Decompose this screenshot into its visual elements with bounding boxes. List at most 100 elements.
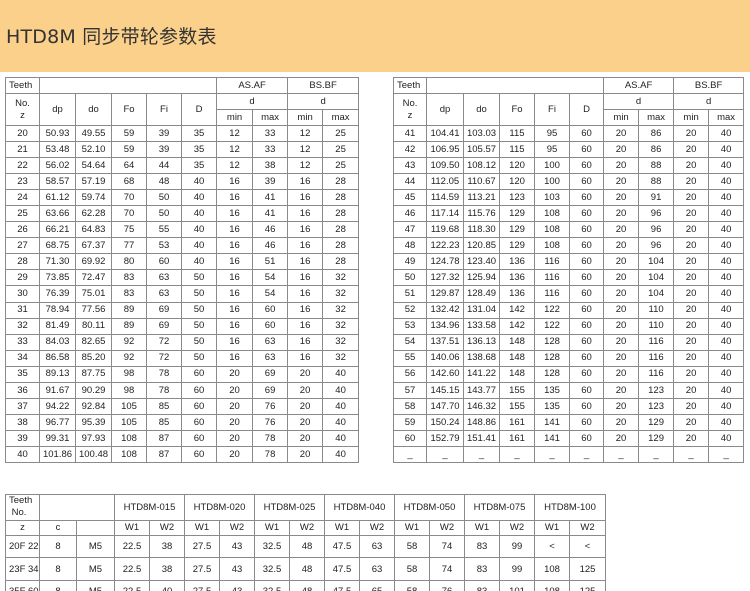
blank-header (39, 494, 115, 521)
table-cell: 80.11 (75, 317, 112, 335)
table-cell: 38 (252, 157, 289, 175)
table-row: 22 56.02 54.64 64 44 35 12 38 12 25 (5, 157, 360, 175)
table-cell: 16 (216, 173, 254, 191)
table-cell: 101 (499, 580, 535, 591)
table-cell: 16 (216, 317, 254, 335)
table-cell: 56.02 (39, 157, 76, 175)
table-cell: 16 (216, 285, 254, 303)
table-cell: 110 (638, 301, 675, 319)
table-cell: 108 (111, 445, 147, 464)
table-cell: 60 (568, 173, 605, 191)
table-cell: 63 (146, 285, 182, 303)
fo-header: Fo (111, 93, 147, 126)
table-cell: 115 (499, 141, 535, 159)
bs-d-header: d (287, 93, 360, 110)
table-cell: 90.29 (75, 381, 112, 399)
table-cell: 58 (394, 580, 430, 591)
table-cell: 95.39 (75, 413, 112, 431)
table-cell: 28 (5, 253, 40, 271)
table-cell: 8 (39, 580, 77, 591)
table-cell: _ (638, 445, 675, 464)
table-cell: 63 (359, 557, 395, 582)
table-cell: 69 (252, 365, 289, 383)
table-cell: 40 (180, 173, 218, 191)
table-cell: 87 (146, 445, 182, 464)
table-cell: 104 (638, 285, 675, 303)
as-af-header: AS.AF (216, 77, 289, 94)
table-cell: 20 (673, 269, 710, 287)
table-cell: 104.41 (426, 124, 464, 143)
table-cell: 21 (5, 141, 40, 159)
table-cell: 40 (708, 157, 745, 175)
table-cell: 20 (603, 333, 640, 351)
table-cell: 78 (146, 365, 182, 383)
table-cell: 50 (180, 269, 218, 287)
table-cell: 39 (146, 124, 182, 143)
table-cell: 20 (673, 301, 710, 319)
table-cell: 142.60 (426, 365, 464, 383)
table-cell: 16 (287, 189, 324, 207)
table-cell: 45 (393, 189, 427, 207)
table-row: 24 61.12 59.74 70 50 40 16 41 16 28 (5, 189, 360, 207)
table-cell: 128 (534, 349, 570, 367)
table-cell: 51 (252, 253, 289, 271)
table-cell: 84.03 (39, 333, 76, 351)
table-cell: 129 (499, 237, 535, 255)
table-cell: 36 (5, 381, 40, 399)
table-cell: 68.75 (39, 237, 76, 255)
table-cell: 100 (534, 173, 570, 191)
table-cell: 20 (603, 173, 640, 191)
table-cell: 60 (568, 381, 605, 399)
table-cell: 20 (673, 221, 710, 239)
z-header: z (5, 519, 40, 536)
table-cell: 85 (146, 413, 182, 431)
table-cell: 123.40 (463, 253, 500, 271)
table-cell: 16 (216, 237, 254, 255)
table-cell: 60 (568, 285, 605, 303)
table-cell: 117.14 (426, 205, 464, 223)
table-cell: 49.55 (75, 124, 112, 143)
table-cell: 22.5 (114, 534, 150, 559)
table-row: 53 134.96 133.58 142 122 60 20 110 20 40 (393, 317, 745, 335)
table-cell: 40 (708, 333, 745, 351)
table-cell: _ (393, 445, 427, 464)
table-cell: 20 (673, 141, 710, 159)
table-cell: 20 (673, 124, 710, 143)
table-cell: 22 (5, 157, 40, 175)
table-cell: 32.5 (254, 580, 290, 591)
table-cell: 76 (252, 413, 289, 431)
table-cell: 60 (568, 253, 605, 271)
table-cell: 46 (252, 237, 289, 255)
as-min-header: min (216, 109, 254, 126)
table-cell: 20 (673, 381, 710, 399)
table-row: 47 119.68 118.30 129 108 60 20 96 20 40 (393, 221, 745, 239)
table-cell: 148 (499, 349, 535, 367)
table-cell: 67.37 (75, 237, 112, 255)
table-cell: 95 (534, 124, 570, 143)
table-cell: 20 (216, 445, 254, 464)
table-cell: 16 (216, 333, 254, 351)
table-cell: 50.93 (39, 124, 76, 143)
table-row: 52 132.42 131.04 142 122 60 20 110 20 40 (393, 301, 745, 319)
table-cell: 105 (111, 413, 147, 431)
model-header-050: HTD8M-050 (394, 494, 465, 521)
table-cell: 116 (638, 349, 675, 367)
table-cell: 12 (287, 141, 324, 159)
table-cell: 27.5 (184, 557, 220, 582)
table-cell: 114.59 (426, 189, 464, 207)
table-cell: 20 (287, 381, 324, 399)
table-cell: 34 (5, 349, 40, 367)
blank-subheader (76, 519, 115, 536)
table-cell: 70 (111, 189, 147, 207)
table-cell: 60 (568, 205, 605, 223)
table-cell: 40 (322, 445, 360, 464)
model-header-075: HTD8M-075 (464, 494, 535, 521)
table-cell: 123 (638, 381, 675, 399)
table-row: 56 142.60 141.22 148 128 60 20 116 20 40 (393, 365, 745, 383)
table-cell: 60 (180, 397, 218, 415)
table-row: 34 86.58 85.20 92 72 50 16 63 16 32 (5, 349, 360, 367)
table-cell: 20 (673, 333, 710, 351)
table-cell: 141 (534, 429, 570, 447)
table-cell: 127.32 (426, 269, 464, 287)
table-cell: 109.50 (426, 157, 464, 175)
